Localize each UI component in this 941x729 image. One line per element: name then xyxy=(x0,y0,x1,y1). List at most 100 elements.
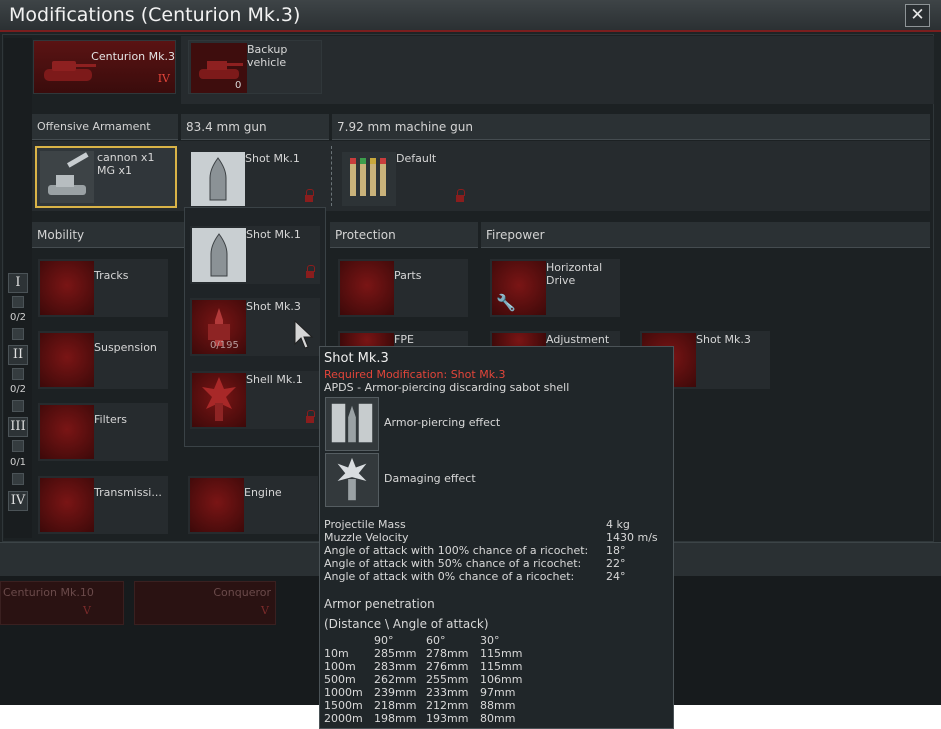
lock-icon xyxy=(306,265,315,278)
angle-header: 60° xyxy=(426,634,446,647)
dropdown-item-label: Shot Mk.3 xyxy=(246,300,301,313)
angle-header: 30° xyxy=(480,634,500,647)
penetration-value: 212mm xyxy=(426,699,469,712)
mod-label: Tracks xyxy=(94,269,129,282)
gun-header: 83.4 mm gun xyxy=(181,114,329,140)
tier-3-count: 0/1 xyxy=(9,457,27,468)
mod-transmission[interactable]: Transmissi... xyxy=(38,476,168,534)
mod-label: Parts xyxy=(394,269,422,282)
distance-label: 500m xyxy=(324,673,356,686)
mod-filters[interactable]: Filters xyxy=(38,403,168,461)
mod-parts[interactable]: Parts xyxy=(338,259,468,317)
mod-label: FPE xyxy=(394,333,414,346)
vehicle-rank: IV xyxy=(157,72,170,85)
penetration-value: 198mm xyxy=(374,712,417,725)
backup-vehicle-label: Backup vehicle xyxy=(247,43,288,69)
current-vehicle-card[interactable]: Centurion Mk.3 IV xyxy=(33,40,176,94)
research-rank: V xyxy=(83,604,91,617)
filters-icon xyxy=(40,405,94,459)
penetration-value: 262mm xyxy=(374,673,417,686)
divider xyxy=(331,146,332,206)
distance-label: 100m xyxy=(324,660,356,673)
vehicle-name: Centurion Mk.3 xyxy=(91,50,175,63)
penetration-value: 255mm xyxy=(426,673,469,686)
weapon-selector[interactable]: cannon x1 MG x1 xyxy=(35,146,177,208)
suspension-icon xyxy=(40,333,94,387)
wrench-icon: 🔧 xyxy=(496,293,516,312)
tracks-icon xyxy=(40,261,94,315)
distance-label: 1500m xyxy=(324,699,363,712)
mg-header: 7.92 mm machine gun xyxy=(332,114,930,140)
penetration-value: 80mm xyxy=(480,712,516,725)
distance-label: 10m xyxy=(324,647,349,660)
tier-3: III xyxy=(8,417,28,437)
penetration-value: 239mm xyxy=(374,686,417,699)
penetration-value: 97mm xyxy=(480,686,516,699)
research-name: Conqueror xyxy=(213,586,271,599)
mod-horizontal-drive[interactable]: 🔧 Horizontal Drive xyxy=(490,259,620,317)
tier-2: II xyxy=(8,345,28,365)
penetration-value: 276mm xyxy=(426,660,469,673)
stat-label: Muzzle Velocity xyxy=(324,531,409,544)
angle-header: 90° xyxy=(374,634,394,647)
mod-tracks[interactable]: Tracks xyxy=(38,259,168,317)
damaging-effect-icon xyxy=(325,453,379,507)
mod-label: Adjustment xyxy=(546,333,610,346)
mod-label: Suspension xyxy=(94,341,157,354)
stat-value: 1430 m/s xyxy=(606,531,658,544)
dropdown-item-shell-mk1[interactable]: Shell Mk.1 xyxy=(190,371,320,429)
dropdown-item-shot-mk1[interactable]: Shot Mk.1 xyxy=(190,226,320,284)
penetration-value: 115mm xyxy=(480,647,523,660)
tier-arrow xyxy=(12,328,24,340)
research-progress: 0/195 xyxy=(210,340,239,351)
engine-icon xyxy=(190,478,244,532)
mod-label: Horizontal Drive xyxy=(546,261,603,287)
research-rank: V xyxy=(261,604,269,617)
research-name: Centurion Mk.10 xyxy=(3,586,94,599)
penetration-value: 115mm xyxy=(480,660,523,673)
he-shell-icon xyxy=(192,373,246,427)
gun-ammo-slot[interactable]: Shot Mk.1 xyxy=(189,150,319,208)
stat-label: Angle of attack with 50% chance of a ric… xyxy=(324,557,582,570)
mg-belt-icon xyxy=(342,152,396,206)
mod-label: Engine xyxy=(244,486,282,499)
stat-value: 22° xyxy=(606,557,626,570)
penetration-value: 193mm xyxy=(426,712,469,725)
shell-icon xyxy=(191,152,245,206)
parts-icon xyxy=(340,261,394,315)
tier-arrow xyxy=(12,473,24,485)
tier-4: IV xyxy=(8,491,28,511)
stat-label: Angle of attack with 0% chance of a rico… xyxy=(324,570,575,583)
mg-ammo-slot[interactable]: Default xyxy=(340,150,470,208)
lock-icon xyxy=(306,410,315,423)
effect-label: Armor-piercing effect xyxy=(384,416,501,429)
tooltip-description: APDS - Armor-piercing discarding sabot s… xyxy=(324,381,570,394)
research-centurion-mk10[interactable]: Centurion Mk.10 V xyxy=(0,581,124,625)
mobility-header: Mobility xyxy=(32,222,184,248)
close-button[interactable]: ✕ xyxy=(905,4,930,27)
tank-icon xyxy=(44,61,96,81)
effect-label: Damaging effect xyxy=(384,472,476,485)
gun-ammo-label: Shot Mk.1 xyxy=(245,152,300,165)
mod-label: Transmissi... xyxy=(94,486,162,499)
research-conqueror[interactable]: Conqueror V xyxy=(134,581,276,625)
mod-suspension[interactable]: Suspension xyxy=(38,331,168,389)
firepower-header: Firepower xyxy=(481,222,930,248)
offensive-armament-header: Offensive Armament xyxy=(32,114,178,140)
mod-engine[interactable]: Engine xyxy=(188,476,318,534)
stat-value: 18° xyxy=(606,544,626,557)
mouse-cursor-icon xyxy=(294,320,314,349)
tier-arrow xyxy=(12,368,24,380)
lock-icon xyxy=(456,189,465,202)
stat-label: Angle of attack with 100% chance of a ri… xyxy=(324,544,589,557)
penetration-value: 233mm xyxy=(426,686,469,699)
tier-1-count: 0/2 xyxy=(9,312,27,323)
backup-vehicle-card[interactable]: Backup vehicle 0 xyxy=(188,40,322,94)
armor-piercing-icon xyxy=(325,397,379,451)
transmission-icon xyxy=(40,478,94,532)
distance-label: 2000m xyxy=(324,712,363,725)
dropdown-item-label: Shell Mk.1 xyxy=(246,373,303,386)
distance-label: 1000m xyxy=(324,686,363,699)
stat-value: 24° xyxy=(606,570,626,583)
mod-label: Shot Mk.3 xyxy=(696,333,751,346)
